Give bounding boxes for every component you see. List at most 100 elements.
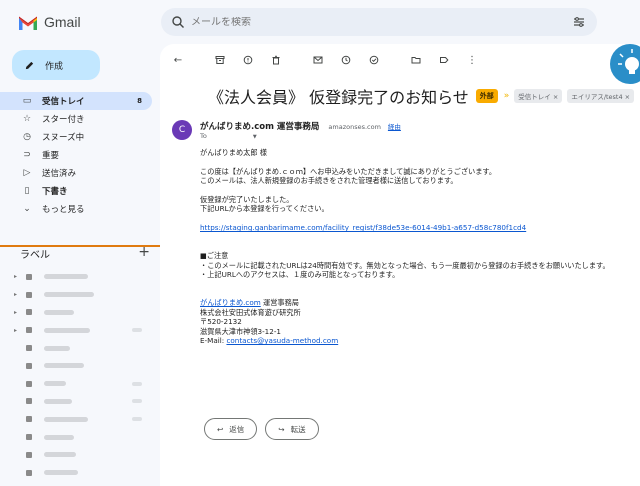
signature-company: 株式会社安田式体育遊び研究所 (200, 307, 301, 317)
label-icon (26, 327, 32, 334)
inbox-icon: ▭ (22, 96, 32, 106)
forward-label: 転送 (290, 424, 306, 434)
sidebar-item-sent[interactable]: ▷ 送信済み (0, 164, 156, 182)
label-tag-icon[interactable] (434, 50, 454, 70)
signature-mail-label: E-Mail: (200, 336, 227, 346)
reply-actions: ↩ 返信 ↪ 転送 (204, 418, 319, 440)
unread-count: 8 (137, 97, 142, 105)
redacted-label (44, 452, 76, 458)
label-icon (26, 362, 32, 369)
recipient-details-caret-icon[interactable]: ▼ (253, 134, 257, 140)
redacted-count (132, 381, 142, 386)
label-chip-alias[interactable]: エイリアス/test4 × (567, 89, 635, 103)
label-item[interactable] (0, 446, 156, 464)
report-spam-icon[interactable] (238, 50, 258, 70)
email-view: ← ⋮ 《法人会員》 仮登録完了のお知らせ 外部 » 受信トレイ × エイリアス… (160, 44, 640, 486)
label-item[interactable] (0, 357, 156, 375)
email-subject-row: 《法人会員》 仮登録完了のお知らせ 外部 » 受信トレイ × エイリアス/tes… (208, 84, 635, 108)
forward-icon: ↪ (278, 424, 285, 434)
label-icon (26, 398, 32, 405)
compose-button[interactable]: 作成 (12, 50, 100, 80)
label-item[interactable] (0, 428, 156, 446)
label-item[interactable] (0, 410, 156, 428)
chevron-right-icon[interactable]: ▸ (14, 309, 17, 316)
label-item[interactable]: ▸ (0, 268, 156, 286)
search-input[interactable] (191, 16, 551, 28)
app-name: Gmail (44, 14, 81, 30)
reply-button[interactable]: ↩ 返信 (204, 418, 258, 440)
search-bar[interactable] (161, 8, 597, 36)
body-line: この度は【がんばりまめ.ｃｏｍ】へお申込みをいただきまして誠にありがとうございま… (200, 166, 497, 176)
email-body: がんばりまめ太郎 様 この度は【がんばりまめ.ｃｏｍ】へお申込みをいただきまして… (200, 148, 640, 345)
sidebar-item-more[interactable]: ⌄ もっと見る (0, 200, 156, 218)
chevron-right-icon[interactable]: ▸ (14, 291, 17, 298)
label-icon (26, 345, 32, 352)
greeting: がんばりまめ太郎 様 (200, 148, 267, 157)
redacted-label (44, 327, 90, 333)
label-chip-inbox[interactable]: 受信トレイ × (514, 89, 563, 103)
gmail-logo[interactable]: Gmail (18, 14, 81, 30)
chevron-right-icon[interactable]: ▸ (14, 273, 17, 280)
label-icon (26, 469, 32, 476)
sender-name[interactable]: がんばりまめ.com 運営事務局 (200, 122, 319, 132)
label-icon (26, 273, 32, 280)
label-item[interactable] (0, 339, 156, 357)
sidebar-item-label: スター付き (42, 115, 85, 125)
sidebar-item-important[interactable]: ⊃ 重要 (0, 146, 156, 164)
mark-unread-icon[interactable] (308, 50, 328, 70)
signature-mail-link[interactable]: contacts@yasuda-method.com (226, 336, 338, 345)
labels-title: ラベル (20, 250, 50, 261)
sidebar-item-snoozed[interactable]: ◷ スヌーズ中 (0, 128, 156, 146)
label-item[interactable] (0, 464, 156, 482)
archive-icon[interactable] (210, 50, 230, 70)
delete-icon[interactable] (266, 50, 286, 70)
sidebar-nav: ▭ 受信トレイ 8 ☆ スター付き ◷ スヌーズ中 ⊃ 重要 ▷ 送信済み ▯ … (0, 92, 156, 218)
sender-line: がんばりまめ.com 運営事務局 amazonses.com 経由 (200, 120, 401, 132)
body-line: このメールは、法人新規登録のお手続きをされた管理者様に送信しております。 (200, 176, 458, 186)
filter-options-icon[interactable] (573, 16, 585, 28)
label-icon (26, 309, 32, 316)
label-item[interactable]: ▸ (0, 321, 156, 339)
signature-site-link[interactable]: がんばりまめ.com (200, 298, 261, 307)
chevron-down-icon: ⌄ (23, 204, 31, 214)
add-task-icon[interactable] (364, 50, 384, 70)
search-icon[interactable] (171, 15, 185, 29)
registration-url-link[interactable]: https://staging.ganbarimame.com/facility… (200, 223, 526, 232)
label-item[interactable]: ▸ (0, 286, 156, 304)
via-link[interactable]: 経由 (388, 123, 401, 131)
label-item[interactable] (0, 375, 156, 393)
note-line: ・このメールに記載されたURLは24時間有効です。無効となった場合、もう一度最初… (200, 260, 610, 270)
note-heading: ■ご注意 (200, 251, 229, 261)
label-icon (26, 434, 32, 441)
forward-button[interactable]: ↪ 転送 (265, 418, 319, 440)
redacted-label (44, 274, 88, 280)
body-line: 仮登録が完了いたしました。 (200, 195, 294, 204)
star-icon: ☆ (22, 114, 32, 124)
move-to-icon[interactable] (406, 50, 426, 70)
label-item[interactable]: ▸ (0, 304, 156, 322)
back-arrow-icon[interactable]: ← (168, 50, 188, 70)
sidebar-item-label: もっと見る (42, 205, 85, 215)
labels-heading: ラベル + (20, 244, 150, 261)
draft-icon: ▯ (24, 186, 30, 196)
snooze-icon[interactable] (336, 50, 356, 70)
sender-domain: amazonses.com (328, 123, 381, 131)
sidebar-item-inbox[interactable]: ▭ 受信トレイ 8 (0, 92, 152, 110)
send-icon: ▷ (23, 168, 31, 178)
label-icon (26, 416, 32, 423)
important-marker-icon[interactable]: » (504, 91, 510, 101)
sender-avatar[interactable]: C (172, 120, 192, 140)
recipient-line: To ▼ (200, 132, 257, 140)
redacted-label (44, 398, 72, 404)
sidebar-item-starred[interactable]: ☆ スター付き (0, 110, 156, 128)
sidebar-item-label: 下書き (42, 187, 68, 197)
sidebar-item-drafts[interactable]: ▯ 下書き (0, 182, 156, 200)
more-options-icon[interactable]: ⋮ (462, 50, 482, 70)
chevron-right-icon[interactable]: ▸ (14, 327, 17, 334)
external-badge: 外部 (475, 89, 498, 103)
label-item[interactable] (0, 393, 156, 411)
